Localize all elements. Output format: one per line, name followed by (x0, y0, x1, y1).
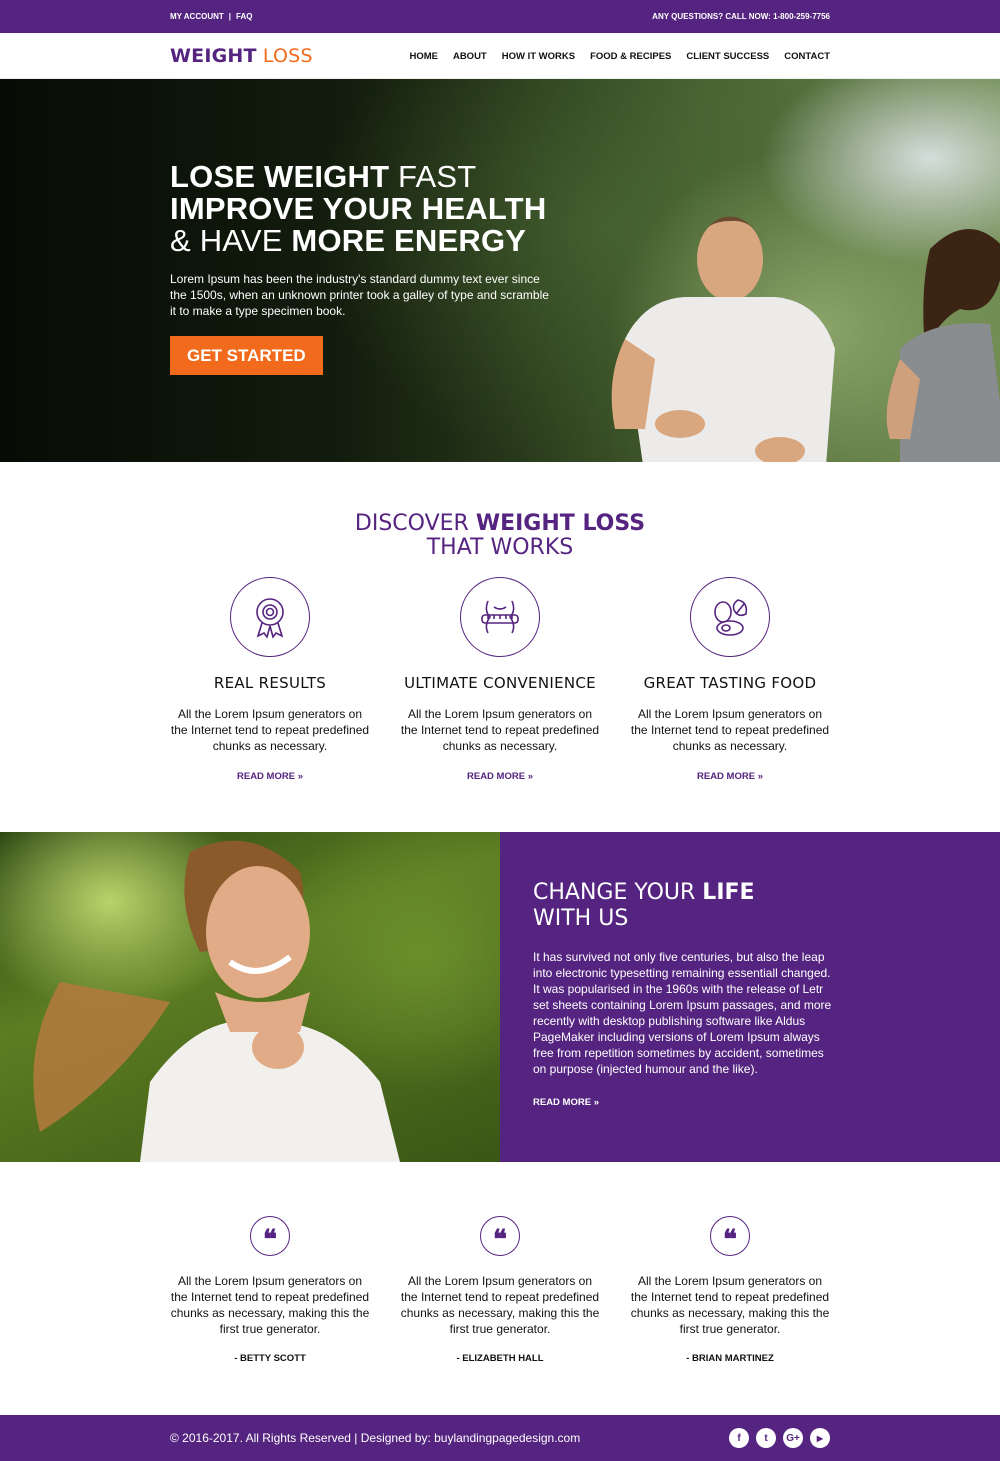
feature-text: All the Lorem Ipsum generators on the In… (170, 707, 370, 753)
testimonial-card: ❝ All the Lorem Ipsum generators on the … (400, 1216, 600, 1364)
contact-phone: ANY QUESTIONS? CALL NOW: 1-800-259-7756 (652, 12, 830, 21)
change-title-line2: WITH US (533, 906, 629, 931)
my-account-link[interactable]: MY ACCOUNT (170, 12, 224, 21)
testimonial-author: - BRIAN MARTINEZ (686, 1353, 774, 1364)
social-links: f t G+ ▶ (729, 1428, 830, 1448)
healthy-food-icon (690, 577, 770, 657)
discover-title-light: DISCOVER (354, 511, 476, 536)
nav-menu: HOME ABOUT HOW IT WORKS FOOD & RECIPES C… (409, 51, 830, 62)
change-title-light: CHANGE YOUR (533, 880, 703, 905)
discover-section: DISCOVER WEIGHT LOSS THAT WORKS REAL RES… (0, 462, 1000, 832)
feature-text: All the Lorem Ipsum generators on the In… (630, 707, 830, 753)
main-nav: WEIGHT LOSS HOME ABOUT HOW IT WORKS FOOD… (0, 33, 1000, 79)
change-life-panel: CHANGE YOUR LIFE WITH US It has survived… (500, 832, 1000, 1162)
feature-title: GREAT TASTING FOOD (643, 674, 817, 692)
testimonials-section: ❝ All the Lorem Ipsum generators on the … (0, 1162, 1000, 1415)
hero-image-woman-running (886, 229, 1000, 462)
woman-figure (33, 840, 400, 1162)
footer-copyright: © 2016-2017. All Rights Reserved | Desig… (170, 1431, 581, 1445)
features-row: REAL RESULTS All the Lorem Ipsum generat… (170, 577, 830, 784)
change-life-section: CHANGE YOUR LIFE WITH US It has survived… (0, 832, 1000, 1162)
nav-item-about[interactable]: ABOUT (453, 51, 487, 62)
account-links: MY ACCOUNT | FAQ (170, 12, 252, 21)
nav-item-home[interactable]: HOME (409, 51, 438, 62)
twitter-icon[interactable]: t (756, 1428, 776, 1448)
nav-item-client-success[interactable]: CLIENT SUCCESS (686, 51, 769, 62)
read-more-link[interactable]: READ MORE » (237, 771, 303, 782)
facebook-icon[interactable]: f (729, 1428, 749, 1448)
nav-item-contact[interactable]: CONTACT (784, 51, 830, 62)
discover-title-line2: THAT WORKS (426, 535, 574, 560)
testimonials-row: ❝ All the Lorem Ipsum generators on the … (170, 1216, 830, 1364)
testimonial-text: All the Lorem Ipsum generators on the In… (400, 1274, 600, 1336)
hero-text: Lorem Ipsum has been the industry's stan… (170, 272, 549, 318)
hero-line3-light: & HAVE (170, 223, 292, 258)
feature-card: REAL RESULTS All the Lorem Ipsum generat… (170, 577, 370, 784)
discover-title-bold: WEIGHT LOSS (475, 511, 646, 536)
read-more-link[interactable]: READ MORE » (533, 1097, 599, 1108)
award-ribbon-icon (230, 577, 310, 657)
testimonial-author: - BETTY SCOTT (234, 1353, 306, 1364)
feature-title: ULTIMATE CONVENIENCE (404, 674, 596, 692)
read-more-link[interactable]: READ MORE » (697, 771, 763, 782)
measuring-tape-waist-icon (460, 577, 540, 657)
top-bar: MY ACCOUNT | FAQ ANY QUESTIONS? CALL NOW: … (0, 0, 1000, 33)
woman-running-photo (0, 832, 500, 1162)
footer: © 2016-2017. All Rights Reserved | Desig… (0, 1415, 1000, 1461)
hero-line2-bold: IMPROVE YOUR HEALTH (170, 191, 547, 226)
quote-icon: ❝ (710, 1216, 750, 1256)
google-plus-icon[interactable]: G+ (783, 1428, 803, 1448)
quote-icon: ❝ (480, 1216, 520, 1256)
hero-line3-bold: MORE ENERGY (291, 223, 527, 258)
logo-part-2: LOSS (262, 45, 313, 67)
feature-card: ULTIMATE CONVENIENCE All the Lorem Ipsum… (400, 577, 600, 784)
faq-link[interactable]: FAQ (236, 12, 252, 21)
testimonial-author: - ELIZABETH HALL (456, 1353, 544, 1364)
feature-title: REAL RESULTS (213, 674, 327, 692)
hero-headline: LOSE WEIGHT FAST IMPROVE YOUR HEALTH & H… (170, 161, 830, 257)
hero-section: LOSE WEIGHT FAST IMPROVE YOUR HEALTH & H… (0, 79, 1000, 462)
feature-text: All the Lorem Ipsum generators on the In… (400, 707, 600, 753)
change-life-title: CHANGE YOUR LIFE WITH US (533, 880, 1000, 932)
feature-card: GREAT TASTING FOOD All the Lorem Ipsum g… (630, 577, 830, 784)
testimonial-text: All the Lorem Ipsum generators on the In… (630, 1274, 830, 1336)
logo[interactable]: WEIGHT LOSS (170, 45, 313, 67)
separator: | (228, 12, 232, 21)
change-title-bold: LIFE (702, 880, 755, 905)
hero-line1-bold: LOSE WEIGHT (170, 159, 390, 194)
testimonial-card: ❝ All the Lorem Ipsum generators on the … (630, 1216, 830, 1364)
testimonial-card: ❝ All the Lorem Ipsum generators on the … (170, 1216, 370, 1364)
get-started-button[interactable]: GET STARTED (170, 336, 323, 375)
hero-line1-light: FAST (389, 159, 477, 194)
nav-item-how-it-works[interactable]: HOW IT WORKS (502, 51, 575, 62)
discover-title: DISCOVER WEIGHT LOSS THAT WORKS (170, 512, 830, 560)
read-more-link[interactable]: READ MORE » (467, 771, 533, 782)
quote-icon: ❝ (250, 1216, 290, 1256)
youtube-icon[interactable]: ▶ (810, 1428, 830, 1448)
logo-part-1: WEIGHT (170, 45, 257, 67)
testimonial-text: All the Lorem Ipsum generators on the In… (170, 1274, 370, 1336)
nav-item-food-recipes[interactable]: FOOD & RECIPES (590, 51, 671, 62)
change-life-text: It has survived not only five centuries,… (533, 950, 832, 1076)
